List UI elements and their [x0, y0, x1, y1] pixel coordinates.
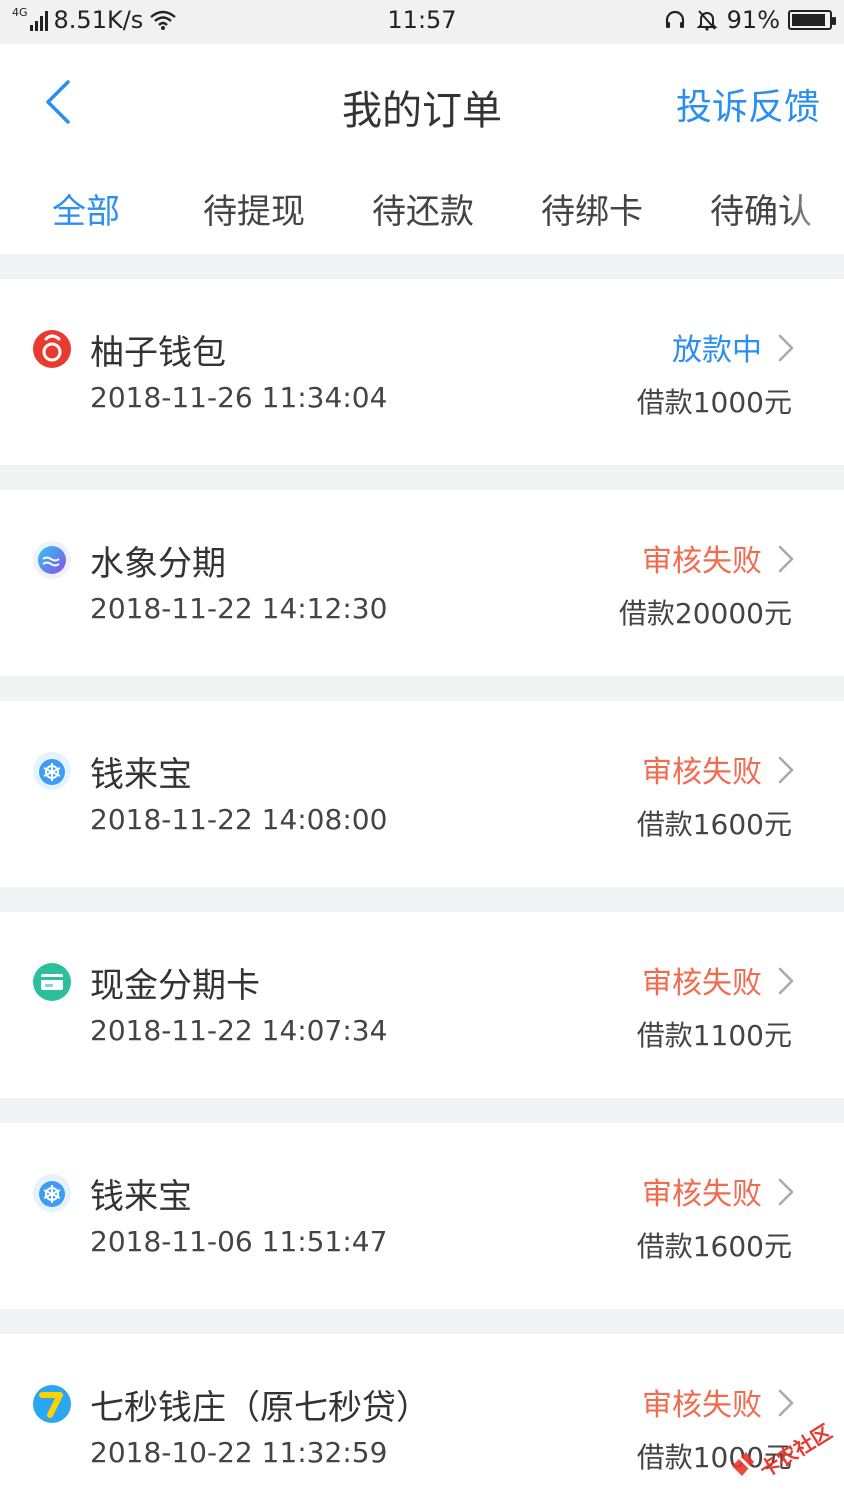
headset-icon — [665, 10, 684, 28]
order-status: 审核失败 — [642, 755, 762, 790]
tab-pending-confirm[interactable]: 待确认 — [710, 184, 812, 233]
order-amount: 借款1100元 — [636, 1019, 792, 1052]
qimiao-logo-icon — [33, 1385, 71, 1423]
tab-pending-withdraw[interactable]: 待提现 — [203, 184, 305, 233]
chevron-right-icon — [778, 1389, 794, 1417]
order-amount: 借款20000元 — [618, 597, 792, 630]
order-time: 2018-11-22 14:12:30 — [90, 592, 388, 625]
order-card[interactable]: 柚子钱包 2018-11-26 11:34:04 放款中 借款1000元 — [0, 279, 844, 465]
order-status: 放款中 — [672, 333, 762, 368]
chevron-right-icon — [778, 967, 794, 995]
chevron-right-icon — [778, 545, 794, 573]
order-name: 七秒钱庄（原七秒贷） — [90, 1388, 430, 1428]
order-time: 2018-11-26 11:34:04 — [90, 381, 388, 414]
order-name: 钱来宝 — [90, 1177, 192, 1217]
order-name: 钱来宝 — [90, 755, 192, 795]
order-name: 柚子钱包 — [90, 333, 226, 373]
youzi-logo-icon — [33, 330, 71, 368]
chevron-right-icon — [778, 1178, 794, 1206]
status-right: 91% — [663, 6, 836, 34]
order-card[interactable]: 钱来宝 2018-11-22 14:08:00 审核失败 借款1600元 — [0, 701, 844, 887]
page-title: 我的订单 — [342, 88, 502, 134]
order-amount: 借款1000元 — [636, 386, 792, 419]
battery-percent: 91% — [726, 6, 780, 34]
shuixiang-logo-icon — [33, 541, 71, 579]
order-name: 现金分期卡 — [90, 966, 260, 1006]
complaint-feedback-button[interactable]: 投诉反馈 — [676, 78, 820, 130]
order-status: 审核失败 — [642, 1388, 762, 1423]
qianlaibao-logo-icon — [33, 1174, 71, 1212]
chevron-right-icon — [778, 756, 794, 784]
watermark-text: 卡农社区 — [755, 1422, 836, 1482]
order-time: 2018-11-06 11:51:47 — [90, 1225, 388, 1258]
order-amount: 借款1600元 — [636, 1230, 792, 1263]
battery-icon — [788, 10, 836, 30]
kanong-watermark-logo: 卡农社区 — [732, 1422, 836, 1482]
battery-fill — [792, 14, 825, 26]
order-card[interactable]: 七秒钱庄（原七秒贷） 2018-10-22 11:32:59 审核失败 借款10… — [0, 1334, 844, 1500]
order-amount: 借款1600元 — [636, 808, 792, 841]
tab-pending-bind-card[interactable]: 待绑卡 — [541, 184, 643, 233]
order-tabs: 全部 待提现 待还款 待绑卡 待确认 — [0, 160, 844, 254]
qianlaibao-logo-icon — [33, 752, 71, 790]
order-status: 审核失败 — [642, 966, 762, 1001]
order-time: 2018-10-22 11:32:59 — [90, 1436, 388, 1469]
xianjin-card-logo-icon — [33, 963, 71, 1001]
nav-bar: 我的订单 投诉反馈 — [0, 44, 844, 160]
order-card[interactable]: 现金分期卡 2018-11-22 14:07:34 审核失败 借款1100元 — [0, 912, 844, 1098]
order-status: 审核失败 — [642, 1177, 762, 1212]
tab-pending-repay[interactable]: 待还款 — [372, 184, 474, 233]
back-icon[interactable] — [30, 72, 90, 132]
order-status: 审核失败 — [642, 544, 762, 579]
order-card[interactable]: 钱来宝 2018-11-06 11:51:47 审核失败 借款1600元 — [0, 1123, 844, 1309]
chevron-right-icon — [778, 334, 794, 362]
status-bar: 4G 8.51K/s 11:57 91% — [0, 0, 844, 44]
bell-muted-icon — [696, 10, 718, 31]
tab-all[interactable]: 全部 — [52, 184, 120, 233]
order-card[interactable]: 水象分期 2018-11-22 14:12:30 审核失败 借款20000元 — [0, 490, 844, 676]
order-name: 水象分期 — [90, 544, 226, 584]
order-time: 2018-11-22 14:07:34 — [90, 1014, 388, 1047]
order-time: 2018-11-22 14:08:00 — [90, 803, 388, 836]
